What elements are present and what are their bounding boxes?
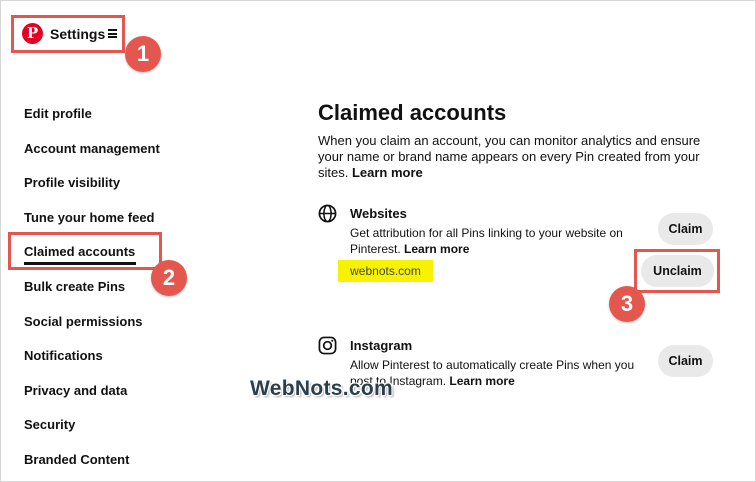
hamburger-menu-icon[interactable] xyxy=(108,29,117,38)
sidebar-item-privacy-data[interactable]: Privacy and data xyxy=(24,383,127,398)
instagram-learn-more-link[interactable]: Learn more xyxy=(449,374,514,388)
websites-title: Websites xyxy=(350,206,407,221)
active-tab-underline xyxy=(24,262,136,265)
callout-3: 3 xyxy=(609,286,645,322)
learn-more-link[interactable]: Learn more xyxy=(352,165,423,180)
instagram-description: Allow Pinterest to automatically create … xyxy=(350,357,640,389)
instagram-icon xyxy=(318,336,337,355)
sidebar-item-profile-visibility[interactable]: Profile visibility xyxy=(24,175,120,190)
claimed-site-url: webnots.com xyxy=(338,260,433,282)
websites-learn-more-link[interactable]: Learn more xyxy=(404,242,469,256)
pinterest-logo-icon[interactable]: P xyxy=(22,23,43,44)
page-title: Claimed accounts xyxy=(318,100,507,125)
sidebar-item-security[interactable]: Security xyxy=(24,417,75,432)
sidebar-item-claimed-accounts[interactable]: Claimed accounts xyxy=(24,244,135,259)
instagram-title: Instagram xyxy=(350,338,413,353)
settings-title[interactable]: Settings xyxy=(50,26,105,42)
websites-claim-button[interactable]: Claim xyxy=(658,213,713,245)
sidebar-item-account-management[interactable]: Account management xyxy=(24,141,160,156)
unclaim-button[interactable]: Unclaim xyxy=(641,255,714,287)
sidebar-item-bulk-create-pins[interactable]: Bulk create Pins xyxy=(24,279,125,294)
sidebar-item-edit-profile[interactable]: Edit profile xyxy=(24,106,92,121)
sidebar-item-tune-home-feed[interactable]: Tune your home feed xyxy=(24,210,155,225)
globe-icon xyxy=(318,204,337,223)
callout-1: 1 xyxy=(125,36,161,72)
instagram-claim-button[interactable]: Claim xyxy=(658,345,713,377)
callout-2: 2 xyxy=(151,260,187,296)
sidebar-item-notifications[interactable]: Notifications xyxy=(24,348,103,363)
sidebar-item-branded-content[interactable]: Branded Content xyxy=(24,452,129,467)
watermark: WebNots.com xyxy=(250,377,393,400)
sidebar-item-social-permissions[interactable]: Social permissions xyxy=(24,314,143,329)
websites-description-text: Get attribution for all Pins linking to … xyxy=(350,226,623,256)
page-description: When you claim an account, you can monit… xyxy=(318,133,718,181)
websites-description: Get attribution for all Pins linking to … xyxy=(350,225,640,257)
